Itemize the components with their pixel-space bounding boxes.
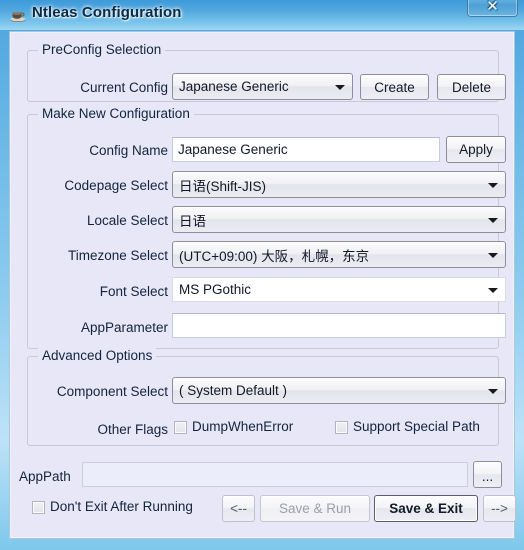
- support-special-path-checkbox-row[interactable]: Support Special Path: [335, 419, 480, 435]
- save-and-run-button[interactable]: Save & Run: [260, 495, 370, 522]
- apply-button[interactable]: Apply: [446, 136, 506, 163]
- font-select-dropdown[interactable]: MS PGothic: [172, 277, 506, 302]
- component-select-value: ( System Default ): [179, 383, 288, 398]
- ntleas-configuration-window: Ntleas Configuration ✕ PreConfig Selecti…: [0, 0, 524, 550]
- codepage-select-value: 日语(Shift-JIS): [179, 178, 267, 194]
- create-button[interactable]: Create: [360, 74, 429, 100]
- chevron-down-icon: [488, 388, 498, 394]
- dump-when-error-checkbox[interactable]: [174, 420, 187, 434]
- codepage-select-label: Codepage Select: [64, 178, 168, 193]
- locale-select-label: Locale Select: [86, 213, 168, 228]
- dump-when-error-label: DumpWhenError: [192, 419, 294, 434]
- apppath-input[interactable]: [82, 462, 468, 487]
- save-and-exit-button[interactable]: Save & Exit: [374, 495, 478, 522]
- chevron-down-icon: [335, 84, 345, 90]
- config-name-value: Japanese Generic: [178, 142, 288, 157]
- dont-exit-after-running-checkbox-row[interactable]: Don't Exit After Running: [32, 499, 193, 515]
- codepage-select-dropdown[interactable]: 日语(Shift-JIS): [172, 171, 506, 198]
- forward-button[interactable]: -->: [483, 495, 516, 522]
- chevron-down-icon: [488, 287, 498, 293]
- delete-button[interactable]: Delete: [437, 74, 506, 100]
- locale-select-dropdown[interactable]: 日语: [172, 206, 506, 233]
- chevron-down-icon: [488, 252, 498, 258]
- config-name-input[interactable]: Japanese Generic: [172, 137, 440, 162]
- close-icon: ✕: [486, 0, 499, 15]
- dont-exit-after-running-label: Don't Exit After Running: [50, 499, 193, 514]
- timezone-select-value: (UTC+09:00) 大阪，札幌，东京: [179, 248, 370, 264]
- chevron-down-icon: [488, 217, 498, 223]
- coffee-cup-icon: [9, 6, 27, 24]
- preconfig-selection-title: PreConfig Selection: [38, 42, 166, 57]
- close-button[interactable]: ✕: [467, 0, 518, 17]
- timezone-select-label: Timezone Select: [67, 248, 168, 263]
- font-select-label: Font Select: [99, 284, 168, 299]
- browse-apppath-button[interactable]: ...: [473, 461, 502, 488]
- locale-select-value: 日语: [179, 213, 206, 229]
- appparameter-value: [178, 314, 501, 337]
- make-new-configuration-title: Make New Configuration: [38, 106, 194, 121]
- dont-exit-after-running-checkbox[interactable]: [32, 500, 45, 514]
- advanced-options-title: Advanced Options: [38, 348, 157, 363]
- current-config-dropdown[interactable]: Japanese Generic: [172, 73, 353, 100]
- config-name-label: Config Name: [89, 143, 168, 158]
- appparameter-input[interactable]: [172, 313, 506, 338]
- current-config-label: Current Config: [80, 80, 168, 95]
- dump-when-error-checkbox-row[interactable]: DumpWhenError: [174, 419, 293, 435]
- title-bar: Ntleas Configuration ✕: [0, 0, 524, 30]
- support-special-path-label: Support Special Path: [353, 419, 480, 434]
- component-select-dropdown[interactable]: ( System Default ): [172, 377, 506, 404]
- other-flags-label: Other Flags: [97, 422, 168, 437]
- apppath-value: [88, 463, 463, 486]
- window-title: Ntleas Configuration: [32, 4, 182, 21]
- appparameter-label: AppParameter: [80, 320, 168, 335]
- component-select-label: Component Select: [56, 384, 168, 399]
- timezone-select-dropdown[interactable]: (UTC+09:00) 大阪，札幌，东京: [172, 241, 506, 268]
- apppath-label: AppPath: [19, 469, 71, 484]
- font-select-value: MS PGothic: [179, 282, 252, 297]
- support-special-path-checkbox[interactable]: [335, 420, 348, 434]
- chevron-down-icon: [488, 182, 498, 188]
- client-area: PreConfig Selection Current Config Japan…: [9, 31, 516, 539]
- back-button[interactable]: <--: [222, 495, 255, 522]
- current-config-value: Japanese Generic: [179, 79, 289, 94]
